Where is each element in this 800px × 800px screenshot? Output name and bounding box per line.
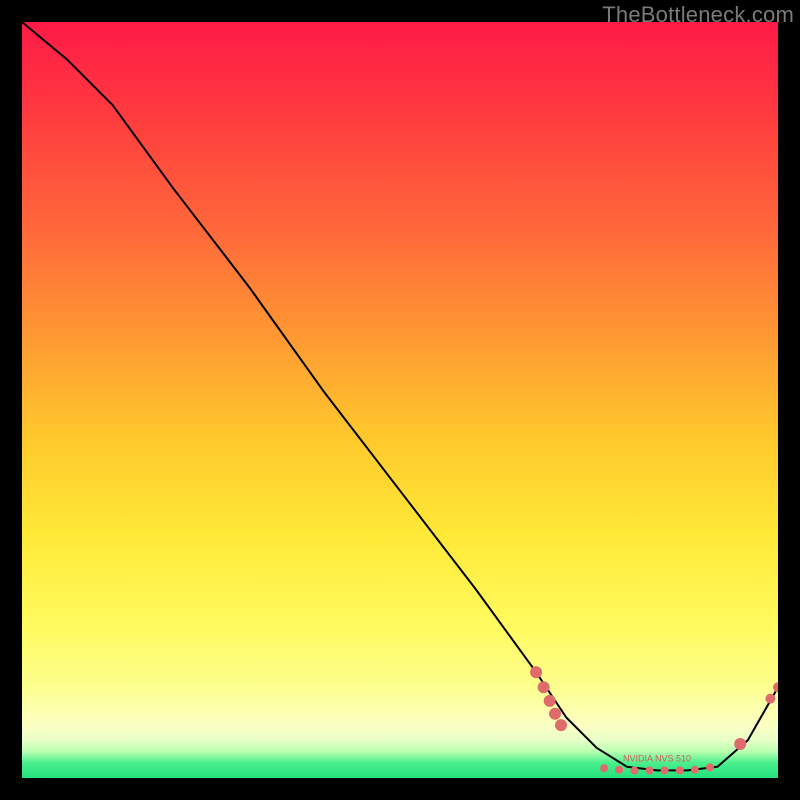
trough-4 — [646, 766, 654, 774]
cluster-left-2 — [538, 681, 550, 693]
rise-1 — [734, 738, 746, 750]
trough-3 — [630, 766, 638, 774]
bottleneck-curve — [22, 22, 778, 770]
watermark-text: TheBottleneck.com — [602, 2, 794, 28]
marker-annotation: NVIDIA NVS 510 — [623, 753, 691, 763]
trough-2 — [615, 766, 623, 774]
plot-overlay: NVIDIA NVS 510 — [22, 22, 778, 778]
curve-layer — [22, 22, 778, 770]
trough-1 — [600, 764, 608, 772]
cluster-left-1 — [530, 666, 542, 678]
trough-8 — [706, 763, 714, 771]
cluster-left-4 — [549, 708, 561, 720]
cluster-left-3 — [544, 695, 556, 707]
trough-6 — [676, 766, 684, 774]
rise-3 — [773, 682, 778, 692]
annotation-layer: NVIDIA NVS 510 — [623, 753, 691, 763]
trough-5 — [661, 766, 669, 774]
rise-2 — [765, 694, 775, 704]
chart-frame: TheBottleneck.com NVIDIA NVS 510 — [0, 0, 800, 800]
trough-7 — [691, 766, 699, 774]
cluster-left-5 — [555, 719, 567, 731]
